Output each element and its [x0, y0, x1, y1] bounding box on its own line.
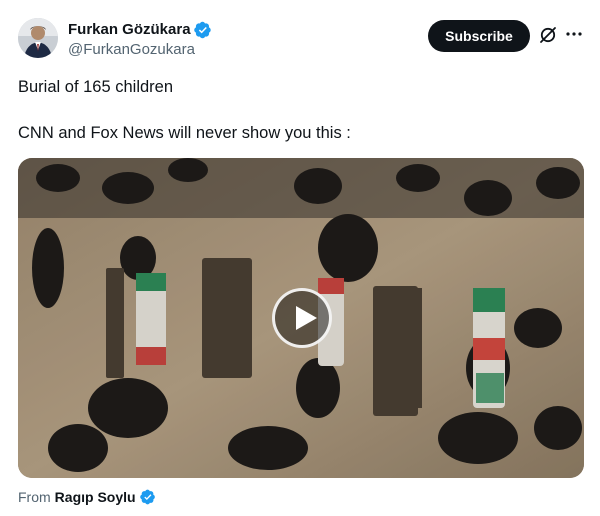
play-button[interactable]	[272, 288, 332, 348]
video-player[interactable]	[18, 158, 584, 478]
tweet-text-line: Burial of 165 children	[18, 78, 174, 96]
verified-badge-icon	[139, 489, 156, 505]
play-icon	[296, 306, 317, 330]
grok-icon[interactable]	[539, 26, 557, 44]
tweet-text-line: CNN and Fox News will never show you thi…	[18, 124, 351, 142]
author-display-name[interactable]: Furkan Gözükara	[68, 20, 191, 40]
source-prefix: From	[18, 489, 51, 505]
more-icon[interactable]	[564, 24, 584, 44]
tweet-text: Burial of 165 children CNN and Fox News …	[18, 76, 578, 144]
verified-badge-icon	[193, 21, 212, 39]
source-name-link[interactable]: Ragıp Soylu	[55, 489, 136, 505]
author-handle[interactable]: @FurkanGozukara	[68, 40, 212, 60]
video-source-attribution: From Ragıp Soylu	[18, 487, 156, 507]
avatar[interactable]	[18, 18, 58, 58]
author-block: Furkan Gözükara @FurkanGozukara	[68, 20, 212, 60]
author-name-row: Furkan Gözükara	[68, 20, 212, 40]
tweet-header: Furkan Gözükara @FurkanGozukara Subscrib…	[18, 18, 586, 62]
subscribe-button[interactable]: Subscribe	[428, 20, 530, 52]
